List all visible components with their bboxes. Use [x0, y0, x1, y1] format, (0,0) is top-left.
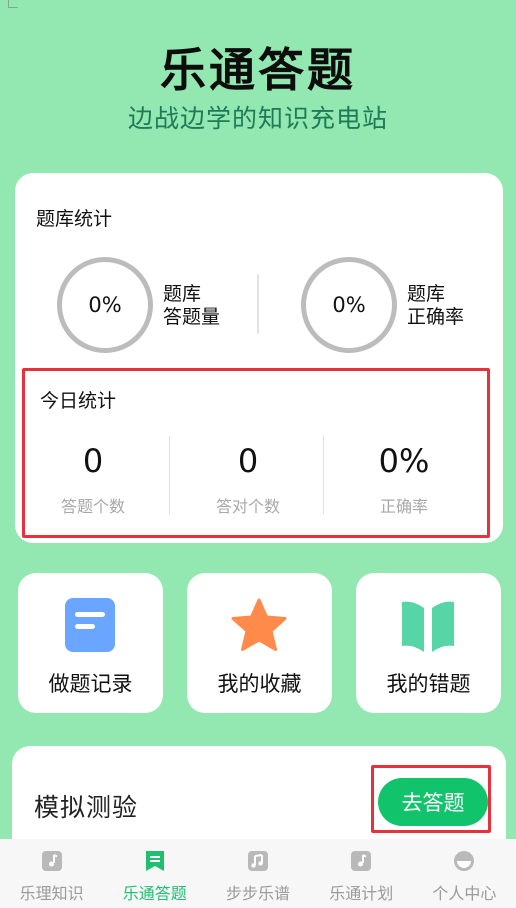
today-stat-value: 0%: [378, 442, 430, 480]
tab-quiz[interactable]: 乐通答题: [103, 839, 206, 908]
today-stat-value: 0: [82, 442, 104, 480]
profile-icon: [454, 851, 475, 871]
star-icon: [231, 598, 287, 651]
question-bank-title: 题库统计: [36, 208, 113, 230]
today-stat-correct: 0 答对个数: [173, 441, 323, 517]
app-title: 乐通答题: [160, 43, 356, 97]
tab-label: 乐通计划: [329, 884, 394, 903]
favorites-tile[interactable]: 我的收藏: [187, 573, 332, 713]
music-note-icon: [41, 851, 62, 871]
corner-mark: [8, 0, 18, 8]
accuracy-progress-ring: 0%: [301, 257, 397, 353]
tab-music-score[interactable]: 步步乐谱: [206, 839, 309, 908]
accuracy-label: 题库 正确率: [407, 283, 464, 329]
today-divider: [169, 436, 170, 514]
answer-history-label: 做题记录: [48, 672, 133, 696]
wrong-answers-label: 我的错题: [386, 672, 471, 696]
answered-label-line1: 题库: [163, 283, 202, 305]
today-stat-accuracy: 0% 正确率: [329, 441, 479, 517]
tab-profile[interactable]: 个人中心: [413, 839, 516, 908]
bottom-tab-bar: 乐理知识 乐通答题 步步乐谱 乐通计划 个人中心: [0, 839, 516, 908]
start-quiz-button[interactable]: 去答题: [378, 778, 488, 826]
tab-label: 乐理知识: [19, 884, 84, 903]
document-icon: [65, 598, 115, 652]
accuracy-label-line1: 题库: [407, 283, 446, 305]
today-stats-title: 今日统计: [40, 390, 117, 412]
app-subtitle: 边战边学的知识充电站: [127, 104, 388, 133]
today-stat-value: 0: [237, 442, 259, 480]
stats-card: 题库统计 0% 题库 答题量 0% 题库 正确率 今日统计 0 答题个数 0 答…: [15, 173, 503, 543]
answered-progress-value: 0%: [88, 293, 122, 317]
answered-label-line2: 答题量: [163, 306, 221, 328]
accuracy-label-line2: 正确率: [407, 306, 465, 328]
today-stat-label: 答题个数: [60, 497, 125, 516]
answered-label: 题库 答题量: [163, 283, 220, 329]
wrong-answers-tile[interactable]: 我的错题: [356, 573, 501, 713]
today-stats-section: 今日统计 0 答题个数 0 答对个数 0% 正确率: [22, 368, 490, 538]
answer-history-tile[interactable]: 做题记录: [18, 573, 163, 713]
music-score-icon: [248, 851, 268, 871]
start-quiz-highlight: 去答题: [371, 765, 491, 833]
mock-test-title: 模拟测验: [34, 793, 139, 822]
accuracy-progress-value: 0%: [332, 293, 366, 317]
book-icon: [402, 601, 454, 652]
today-stat-answered: 0 答题个数: [18, 441, 168, 517]
tab-music-theory[interactable]: 乐理知识: [0, 839, 103, 908]
today-divider: [323, 436, 324, 514]
stats-divider: [257, 274, 259, 334]
favorites-label: 我的收藏: [217, 672, 302, 696]
today-stat-label: 正确率: [379, 497, 428, 516]
answered-progress-ring: 0%: [57, 257, 153, 353]
tab-label: 个人中心: [432, 884, 497, 903]
bookmark-icon: [145, 851, 164, 871]
plan-icon: [351, 851, 372, 871]
tab-label: 步步乐谱: [226, 884, 291, 903]
tab-plan[interactable]: 乐通计划: [310, 839, 413, 908]
today-stat-label: 答对个数: [215, 497, 280, 516]
tab-label: 乐通答题: [122, 884, 187, 903]
